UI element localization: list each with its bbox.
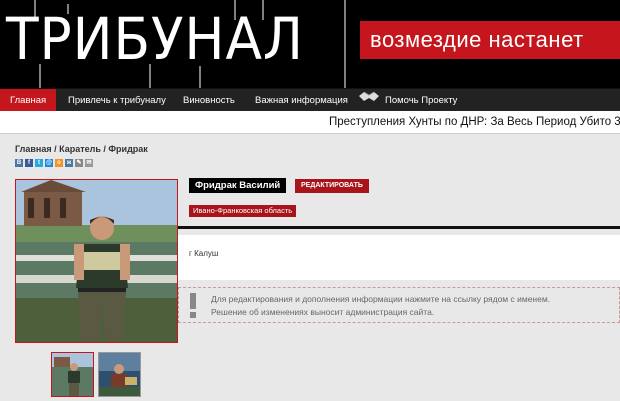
edit-notice: Для редактирования и дополнения информац… bbox=[178, 287, 620, 323]
photo-thumbnail-1-image bbox=[52, 353, 93, 396]
mail-icon[interactable]: ✉ bbox=[85, 159, 93, 167]
nav-item-important-info[interactable]: Важная информация bbox=[255, 89, 348, 112]
breadcrumb[interactable]: Главная / Каратель / Фридрак bbox=[15, 144, 148, 154]
odnoklassniki-icon[interactable]: o bbox=[55, 159, 63, 167]
person-name: Фридрак Василий bbox=[189, 178, 287, 193]
site-header: ТРИБУНАЛ возмездие настанет bbox=[0, 0, 620, 88]
photo-thumbnail-2-image bbox=[99, 353, 140, 396]
notice-text: Для редактирования и дополнения информац… bbox=[211, 293, 550, 319]
main-content: Главная / Каратель / Фридрак В f t @ o ж… bbox=[0, 134, 620, 401]
edit-button[interactable]: РЕДАКТИРОВАТЬ bbox=[295, 179, 369, 193]
link-icon[interactable]: ✎ bbox=[75, 159, 83, 167]
twitter-icon[interactable]: t bbox=[35, 159, 43, 167]
livejournal-icon[interactable]: ж bbox=[65, 159, 73, 167]
info-panel: г Калуш bbox=[178, 235, 620, 280]
photo-thumbnail-2[interactable] bbox=[98, 352, 141, 397]
photo-thumbnail-1[interactable] bbox=[51, 352, 94, 397]
nav-item-home[interactable]: Главная bbox=[0, 89, 57, 112]
site-slogan: возмездие настанет bbox=[360, 21, 620, 59]
main-nav: Главная Привлечь к трибуналу Виновность … bbox=[0, 88, 620, 112]
nav-item-bring-to-tribunal[interactable]: Привлечь к трибуналу bbox=[68, 89, 166, 112]
news-ticker: Преступления Хунты по ДНР: За Весь Перио… bbox=[0, 111, 620, 134]
section-divider bbox=[178, 226, 620, 229]
profile-photo[interactable] bbox=[15, 179, 178, 343]
profile-photo-image bbox=[16, 180, 177, 342]
vk-icon[interactable]: В bbox=[15, 159, 23, 167]
exclamation-icon bbox=[187, 291, 199, 324]
site-logo[interactable]: ТРИБУНАЛ bbox=[6, 4, 304, 74]
notice-line-1: Для редактирования и дополнения информац… bbox=[211, 294, 551, 304]
mailru-icon[interactable]: @ bbox=[45, 159, 53, 167]
notice-line-2: Решение об изменениях выносит администра… bbox=[211, 307, 435, 317]
city-text: г Калуш bbox=[189, 249, 219, 258]
nav-item-guilt[interactable]: Виновность bbox=[183, 89, 235, 112]
help-project-label: Помочь Проекту bbox=[385, 95, 458, 107]
nav-item-help-project[interactable]: Помочь Проекту bbox=[358, 89, 457, 112]
facebook-icon[interactable]: f bbox=[25, 159, 33, 167]
ticker-text[interactable]: Преступления Хунты по ДНР: За Весь Перио… bbox=[329, 111, 620, 133]
handshake-icon bbox=[358, 89, 380, 112]
region-badge[interactable]: Ивано-Франковская область bbox=[189, 205, 297, 217]
